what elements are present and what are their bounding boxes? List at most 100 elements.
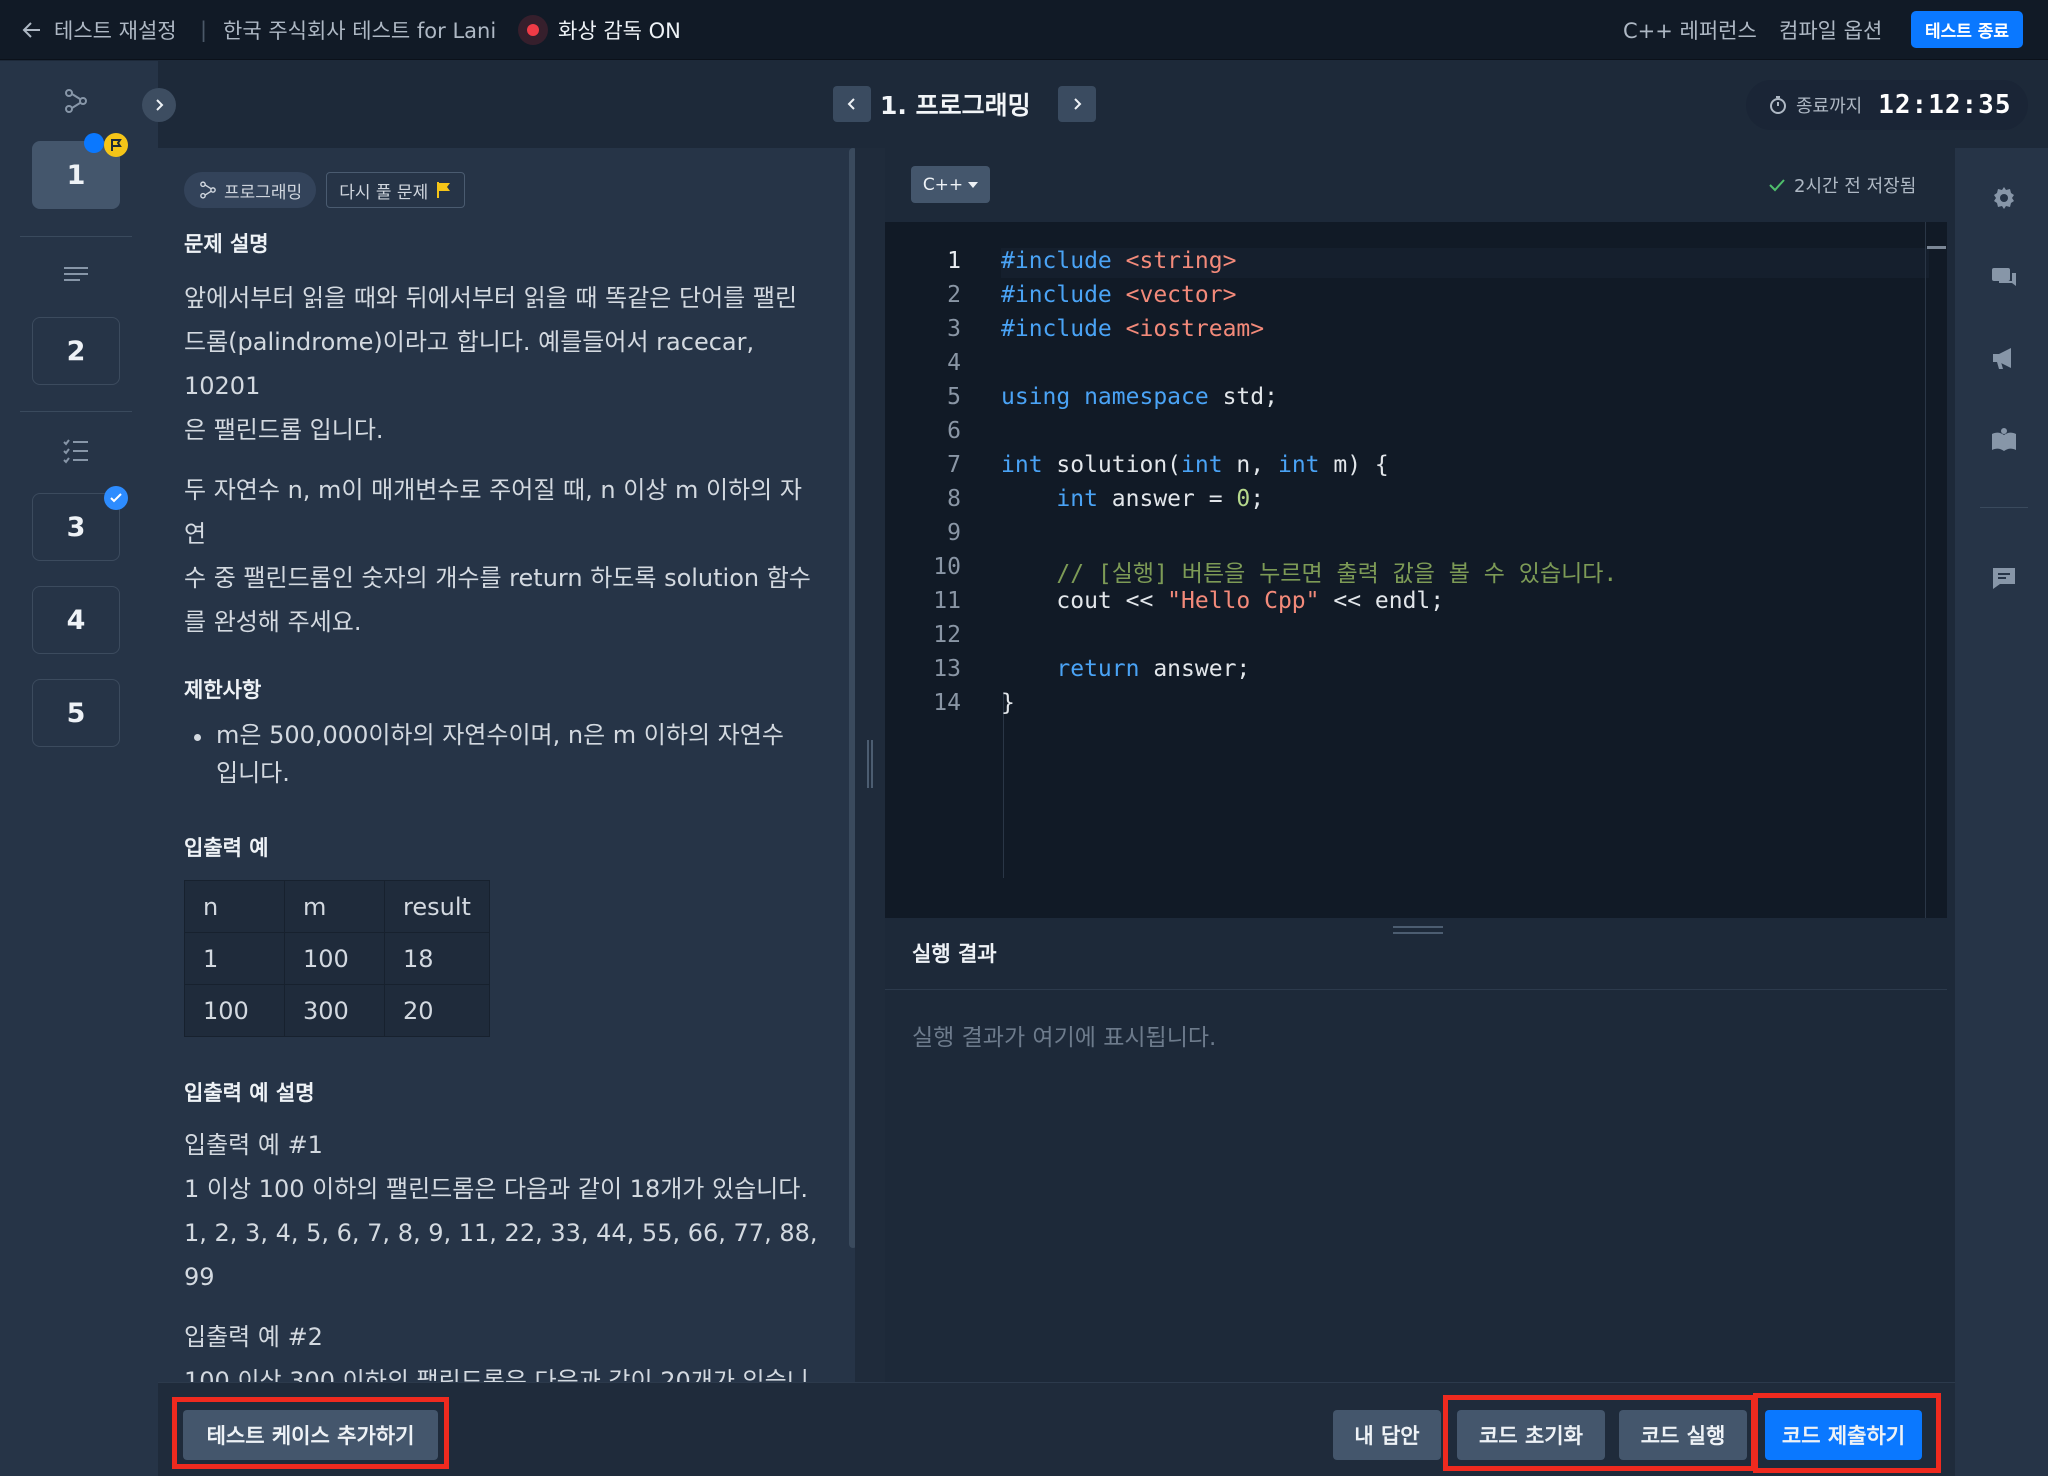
code-token: #include [1001, 316, 1112, 342]
recording-icon [518, 15, 548, 45]
table-header-cell: m [284, 880, 385, 933]
save-status: 2시간 전 저장됨 [1768, 170, 1916, 200]
table-cell: 1 [184, 932, 285, 985]
table-header-cell: result [384, 880, 490, 933]
code-line: int solution(int n, int m) { [1001, 452, 1389, 478]
code-line: } [1001, 690, 1015, 716]
chevron-right-icon [152, 98, 166, 112]
code-line: cout << "Hello Cpp" << endl; [1001, 588, 1444, 614]
sidebar-toggle-button[interactable] [142, 88, 176, 122]
chip-row: 프로그래밍 다시 풀 문제 [184, 172, 824, 208]
countdown-timer: 종료까지 12:12:35 [1746, 80, 2028, 130]
gear-icon[interactable] [1990, 184, 2018, 212]
chat-icon[interactable] [1990, 264, 2018, 292]
divider [20, 236, 132, 237]
back-button[interactable]: 테스트 재설정 [22, 0, 177, 60]
table-row: 100 300 20 [184, 984, 490, 1037]
code-token: using namespace [1001, 384, 1209, 410]
check-icon [1768, 178, 1786, 192]
io-explanation-heading: 입출력 예 설명 [184, 1081, 315, 1105]
stopwatch-icon [1768, 95, 1788, 115]
table-cell: 100 [184, 984, 285, 1037]
table-header-row: n m result [184, 880, 490, 933]
question-2-button[interactable]: 2 [32, 317, 120, 385]
line-number: 9 [947, 520, 961, 546]
question-5-button[interactable]: 5 [32, 679, 120, 747]
question-number: 2 [66, 335, 86, 367]
end-test-button[interactable]: 테스트 종료 [1911, 11, 2023, 48]
question-4-button[interactable]: 4 [32, 586, 120, 654]
code-token: #include [1001, 282, 1112, 308]
code-token: return [1056, 656, 1140, 682]
book-icon[interactable] [1990, 426, 2018, 454]
text-line: 수 중 팰린드롬인 숫자의 개수를 return 하도록 solution 함수 [184, 564, 811, 592]
code-editor[interactable]: 1 2 3 4 5 6 7 8 9 10 11 12 13 14 #includ… [885, 222, 1947, 918]
code-line: #include <iostream> [1001, 316, 1264, 342]
line-number: 14 [933, 690, 961, 716]
description-paragraph: 두 자연수 n, m이 매개변수로 주어질 때, n 이상 m 이하의 자연 수… [184, 468, 824, 644]
compile-options-link[interactable]: 컴파일 옵션 [1779, 0, 1882, 60]
flag-icon [104, 133, 128, 157]
my-answer-button[interactable]: 내 답안 [1333, 1410, 1441, 1460]
proctor-status: 화상 감독 ON [518, 0, 681, 60]
code-token: #include [1001, 248, 1112, 274]
result-resize-handle[interactable] [885, 918, 1947, 990]
table-row: 1 100 18 [184, 932, 490, 985]
line-number: 5 [947, 384, 961, 410]
line-number: 7 [947, 452, 961, 478]
flag-icon [436, 181, 452, 199]
text-line: 를 완성해 주세요. [184, 608, 362, 636]
category-chip: 프로그래밍 [184, 172, 317, 208]
caret-down-icon [968, 181, 979, 188]
text-line: 입니다. [216, 759, 290, 787]
table-header-cell: n [184, 880, 285, 933]
list-icon [62, 264, 90, 284]
example-1-title: 입출력 예 #1 [184, 1131, 323, 1159]
code-token: int [1277, 452, 1320, 478]
language-select[interactable]: C++ [911, 166, 990, 203]
back-label: 테스트 재설정 [54, 19, 177, 43]
previous-problem-button[interactable] [833, 86, 871, 122]
megaphone-icon[interactable] [1990, 344, 2018, 372]
divider [1980, 507, 2028, 508]
code-token: int [1056, 486, 1098, 512]
question-sidebar: 1 2 3 4 5 [0, 61, 158, 1476]
question-number: 1 [66, 159, 86, 191]
cpp-reference-link[interactable]: C++ 레퍼런스 [1623, 0, 1757, 60]
editor-scrollbar[interactable] [1925, 222, 1947, 918]
text-line: 1, 2, 3, 4, 5, 6, 7, 8, 9, 11, 22, 33, 4… [184, 1219, 818, 1291]
chevron-left-icon [845, 97, 859, 111]
text-line: 1 이상 100 이하의 팰린드롬은 다음과 같이 18개가 있습니다. [184, 1175, 808, 1203]
code-token: 0 [1236, 486, 1251, 512]
memo-icon[interactable] [1990, 564, 2018, 592]
text-line: 두 자연수 n, m이 매개변수로 주어질 때, n 이상 m 이하의 자연 [184, 476, 802, 548]
constraints-heading: 제한사항 [184, 678, 262, 702]
code-token: << endl; [1319, 588, 1445, 614]
code-token: int [1181, 452, 1223, 478]
line-number: 4 [947, 350, 961, 376]
code-line: using namespace std; [1001, 384, 1278, 410]
code-line: int answer = 0; [1001, 486, 1264, 512]
status-dot [84, 133, 104, 153]
line-number: 1 [947, 248, 961, 274]
proctor-status-label: 화상 감독 ON [558, 19, 681, 43]
constraint-item: m은 500,000이하의 자연수이며, n은 m 이하의 자연수 입니다. [184, 716, 824, 792]
review-later-chip[interactable]: 다시 풀 문제 [326, 172, 466, 208]
code-token: <string> [1125, 248, 1237, 274]
code-line: #include <string> [1001, 248, 1236, 274]
review-chip-label: 다시 풀 문제 [339, 182, 429, 203]
line-number: 2 [947, 282, 961, 308]
code-token: ; [1250, 486, 1265, 512]
highlight-box [172, 1397, 449, 1469]
problem-description-panel[interactable]: 프로그래밍 다시 풀 문제 문제 설명 앞에서부터 읽을 때와 뒤에서부터 읽을… [158, 148, 855, 1382]
line-number: 11 [933, 588, 961, 614]
panel-resize-handle[interactable] [855, 148, 885, 1382]
programming-icon [198, 180, 218, 200]
example-2-title: 입출력 예 #2 [184, 1323, 323, 1351]
next-problem-button[interactable] [1058, 86, 1096, 122]
text-line: 드롬(palindrome)이라고 합니다. 예를들어서 racecar, 10… [184, 328, 755, 400]
top-bar: 테스트 재설정 | 한국 주식회사 테스트 for Lani 화상 감독 ON … [0, 0, 2048, 60]
line-number: 12 [933, 622, 961, 648]
code-token: std; [1208, 384, 1278, 410]
